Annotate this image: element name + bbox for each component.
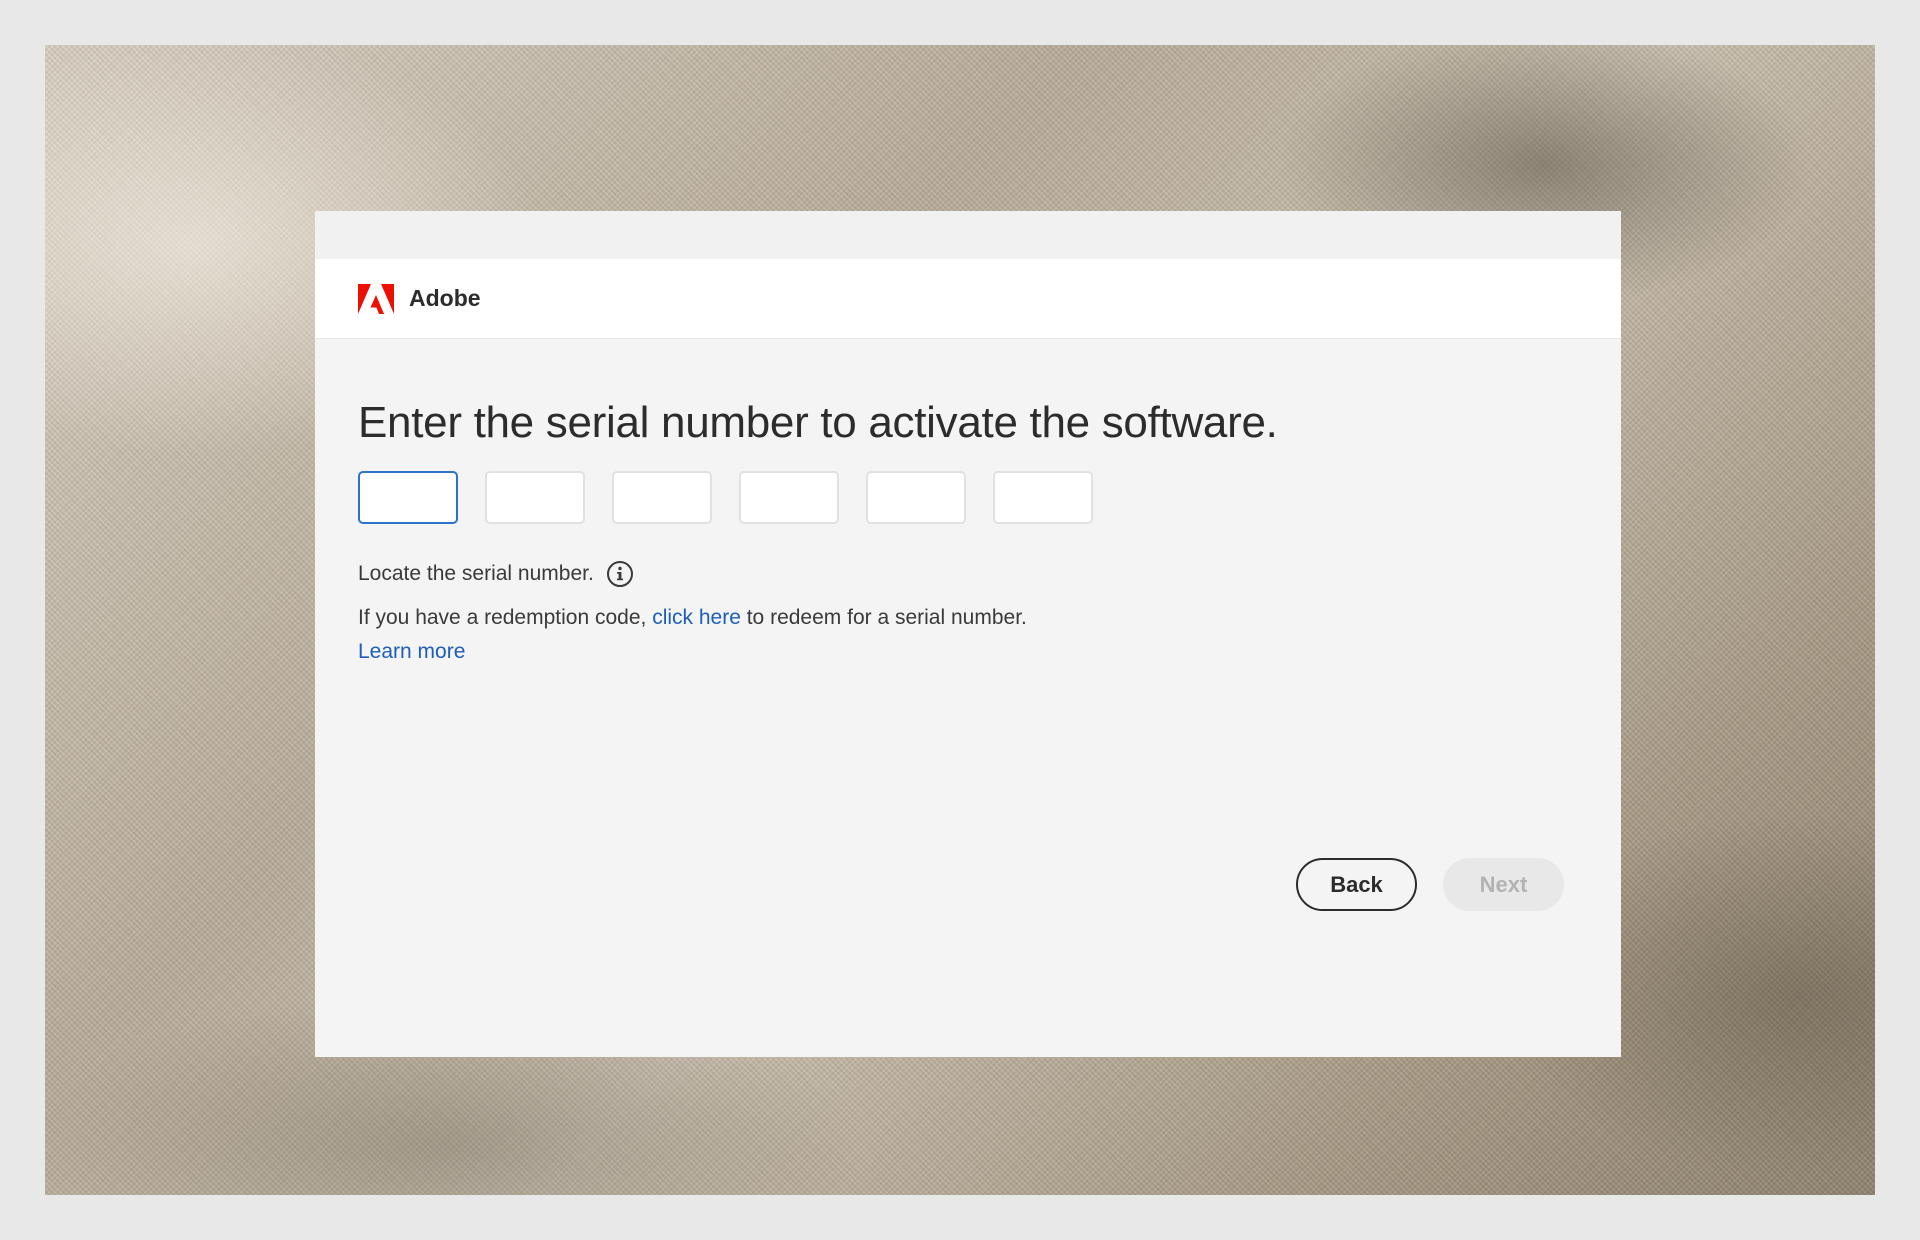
serial-field-3[interactable] [612,471,712,525]
dialog-content: Enter the serial number to activate the … [315,339,1621,664]
click-here-link[interactable]: click here [652,606,741,629]
serial-field-4[interactable] [739,471,839,525]
dialog-title-strip [315,211,1621,259]
brand-name: Adobe [409,285,481,311]
learn-more-row: Learn more [358,640,1621,664]
adobe-logo-icon [358,283,394,314]
back-button[interactable]: Back [1296,858,1417,911]
redeem-suffix: to redeem for a serial number. [740,606,1027,630]
activation-dialog: Adobe Enter the serial number to activat… [315,211,1621,1057]
serial-field-6[interactable] [993,471,1093,525]
redemption-text: If you have a redemption code, click her… [358,606,1621,630]
locate-serial-row: Locate the serial number. [358,560,1621,588]
redeem-prefix: If you have a redemption code, [358,606,653,630]
info-icon[interactable] [606,560,634,588]
locate-serial-text: Locate the serial number. [358,562,594,586]
serial-field-5[interactable] [866,471,966,525]
next-button[interactable]: Next [1443,858,1564,911]
serial-number-fields [358,471,1621,525]
serial-field-1[interactable] [358,471,458,525]
page-title: Enter the serial number to activate the … [358,398,1278,447]
learn-more-link[interactable]: Learn more [358,640,465,663]
dialog-header: Adobe [315,259,1621,339]
serial-field-2[interactable] [485,471,585,525]
